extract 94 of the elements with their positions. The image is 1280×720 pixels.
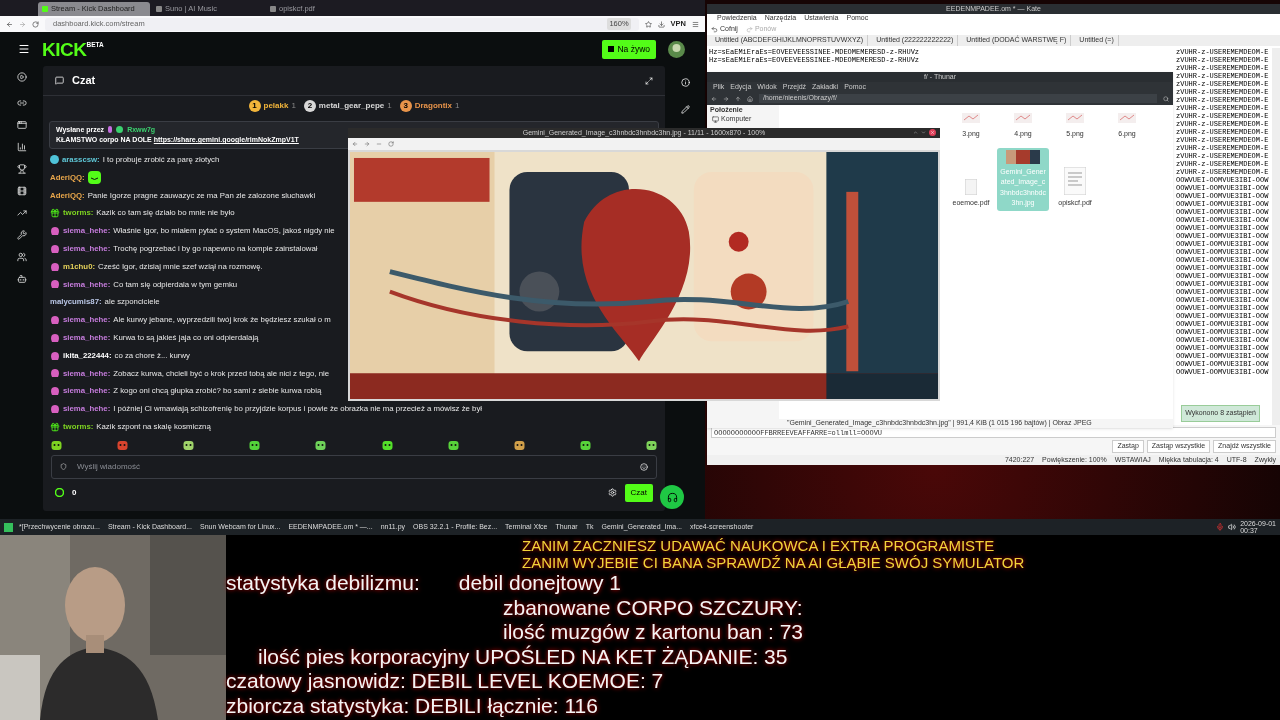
subscriber-badge-icon: [50, 332, 60, 343]
leaderboard-user[interactable]: Dragontix: [414, 100, 453, 112]
stat-line: czatowy jasnowidz: DEBIL LEVEL KOEMOE: 7: [226, 669, 664, 694]
emote-icon: [87, 171, 101, 185]
send-chat-button[interactable]: Czat: [624, 483, 653, 502]
emoji-icon[interactable]: [640, 462, 648, 471]
verified-icon: [116, 126, 124, 134]
stat-line: zbiorcza statystyka: DEBILI łącznie: 116: [226, 693, 598, 718]
link-icon[interactable]: [16, 98, 27, 108]
rank-medal: 2: [303, 100, 316, 112]
play-icon[interactable]: [16, 72, 27, 82]
volume-icon[interactable]: [1228, 523, 1237, 531]
live-button[interactable]: Na żywo: [602, 39, 656, 59]
shield-icon[interactable]: [60, 463, 67, 471]
trophy-icon[interactable]: [16, 164, 27, 174]
stat-line: ilość pies korporacyjny UPOŚLED NA KET ŻĄDANIE: 35: [258, 644, 788, 669]
stat-line: ilość muzgów z kartonu ban : 73: [503, 620, 803, 645]
image-thumbnail-icon: [1014, 113, 1032, 123]
edit-icon[interactable]: [680, 105, 690, 114]
emote-icon[interactable]: [646, 439, 657, 451]
search-icon[interactable]: [1163, 95, 1169, 102]
stat-line: zbanowane CORPO SZCZURY:: [503, 595, 803, 620]
undo-icon: [711, 25, 718, 33]
emote-icon[interactable]: [513, 439, 525, 451]
menu-icon[interactable]: [18, 43, 30, 55]
bookmark-star-icon[interactable]: [644, 20, 652, 28]
emote-icon[interactable]: [381, 439, 393, 451]
subscriber-badge-icon: [50, 368, 60, 379]
headset-icon: [666, 491, 678, 503]
gift-icon: [50, 421, 60, 432]
message-input[interactable]: Wyślij wiadomość: [51, 454, 657, 479]
subscriber-badge-icon: [50, 315, 60, 326]
trend-icon[interactable]: [16, 208, 27, 218]
subscriber-badge-icon: [50, 404, 60, 415]
forward-icon[interactable]: [723, 95, 729, 102]
document-icon: [965, 179, 977, 195]
subscriber-badge-icon: [50, 386, 60, 397]
subscriber-badge-icon: [50, 261, 60, 272]
up-icon[interactable]: [735, 95, 741, 102]
image-thumbnail-icon: [962, 113, 980, 123]
emote-icon[interactable]: [51, 439, 62, 451]
expand-icon[interactable]: [645, 76, 653, 85]
points-count: 0: [72, 486, 77, 499]
subscriber-badge-icon: [50, 243, 60, 254]
badge-icon: [108, 126, 113, 134]
rank-medal: 1: [248, 100, 261, 112]
document-icon: [1064, 167, 1086, 195]
settings-icon[interactable]: [607, 488, 617, 498]
wrench-icon[interactable]: [16, 230, 27, 240]
leaderboard-user[interactable]: metal_gear_pepe: [318, 100, 385, 112]
chat-icon: [55, 76, 64, 85]
badge-icon: [50, 155, 59, 165]
robot-icon[interactable]: [16, 274, 27, 284]
leaderboard-user[interactable]: pelakk: [263, 100, 289, 112]
reload-icon[interactable]: [32, 20, 39, 28]
avatar-icon[interactable]: [668, 40, 685, 58]
close-button[interactable]: [929, 129, 936, 137]
computer-icon: [712, 115, 719, 123]
emote-icon[interactable]: [117, 439, 129, 451]
window-icon[interactable]: [16, 120, 27, 130]
download-icon[interactable]: [657, 20, 665, 28]
rank-medal: 3: [399, 100, 412, 112]
subscriber-badge-icon: [50, 350, 60, 361]
leaderboard-count: 1: [387, 100, 392, 112]
image-thumbnail-icon: [1006, 149, 1040, 164]
emote-icon[interactable]: [183, 439, 195, 451]
gift-icon: [50, 208, 60, 219]
emote-icon[interactable]: [447, 439, 459, 451]
users-icon[interactable]: [16, 252, 27, 262]
chat-title: Czat: [72, 73, 96, 89]
image-thumbnail-icon: [1066, 113, 1084, 123]
image-thumbnail-icon: [1118, 113, 1136, 123]
leaderboard-count: 1: [455, 100, 460, 112]
leaderboard-count: 1: [291, 100, 296, 112]
overlay-heading: ZANIM WYJEBIE CI BANA SPRAWDŹ NA AI GŁĄBIE SWÓJ SYMULATOR: [522, 554, 1025, 571]
subscriber-badge-icon: [50, 226, 60, 237]
input-placeholder: Wyślij wiadomość: [77, 460, 142, 473]
back-icon[interactable]: [711, 95, 717, 102]
info-icon[interactable]: [680, 78, 690, 87]
back-icon[interactable]: [6, 20, 13, 28]
support-button[interactable]: [660, 485, 684, 509]
stat-value: debil donejtowy 1: [458, 571, 622, 596]
chart-icon[interactable]: [16, 142, 27, 152]
home-icon[interactable]: [747, 95, 753, 102]
film-icon[interactable]: [16, 186, 27, 196]
app-menu-icon[interactable]: [4, 522, 13, 532]
overlay-heading: ZANIM ZACZNIESZ UDAWAĆ NAUKOWCA I EXTRA PROGRAMISTE: [522, 537, 995, 554]
kick-points-icon[interactable]: [55, 488, 64, 498]
emote-icon[interactable]: [249, 439, 261, 451]
emote-icon[interactable]: [579, 439, 591, 451]
subscriber-badge-icon: [50, 279, 60, 290]
emote-icon[interactable]: [315, 439, 327, 451]
stat-label: statystyka debilizmu:: [226, 571, 420, 596]
redo-icon: [745, 25, 753, 33]
